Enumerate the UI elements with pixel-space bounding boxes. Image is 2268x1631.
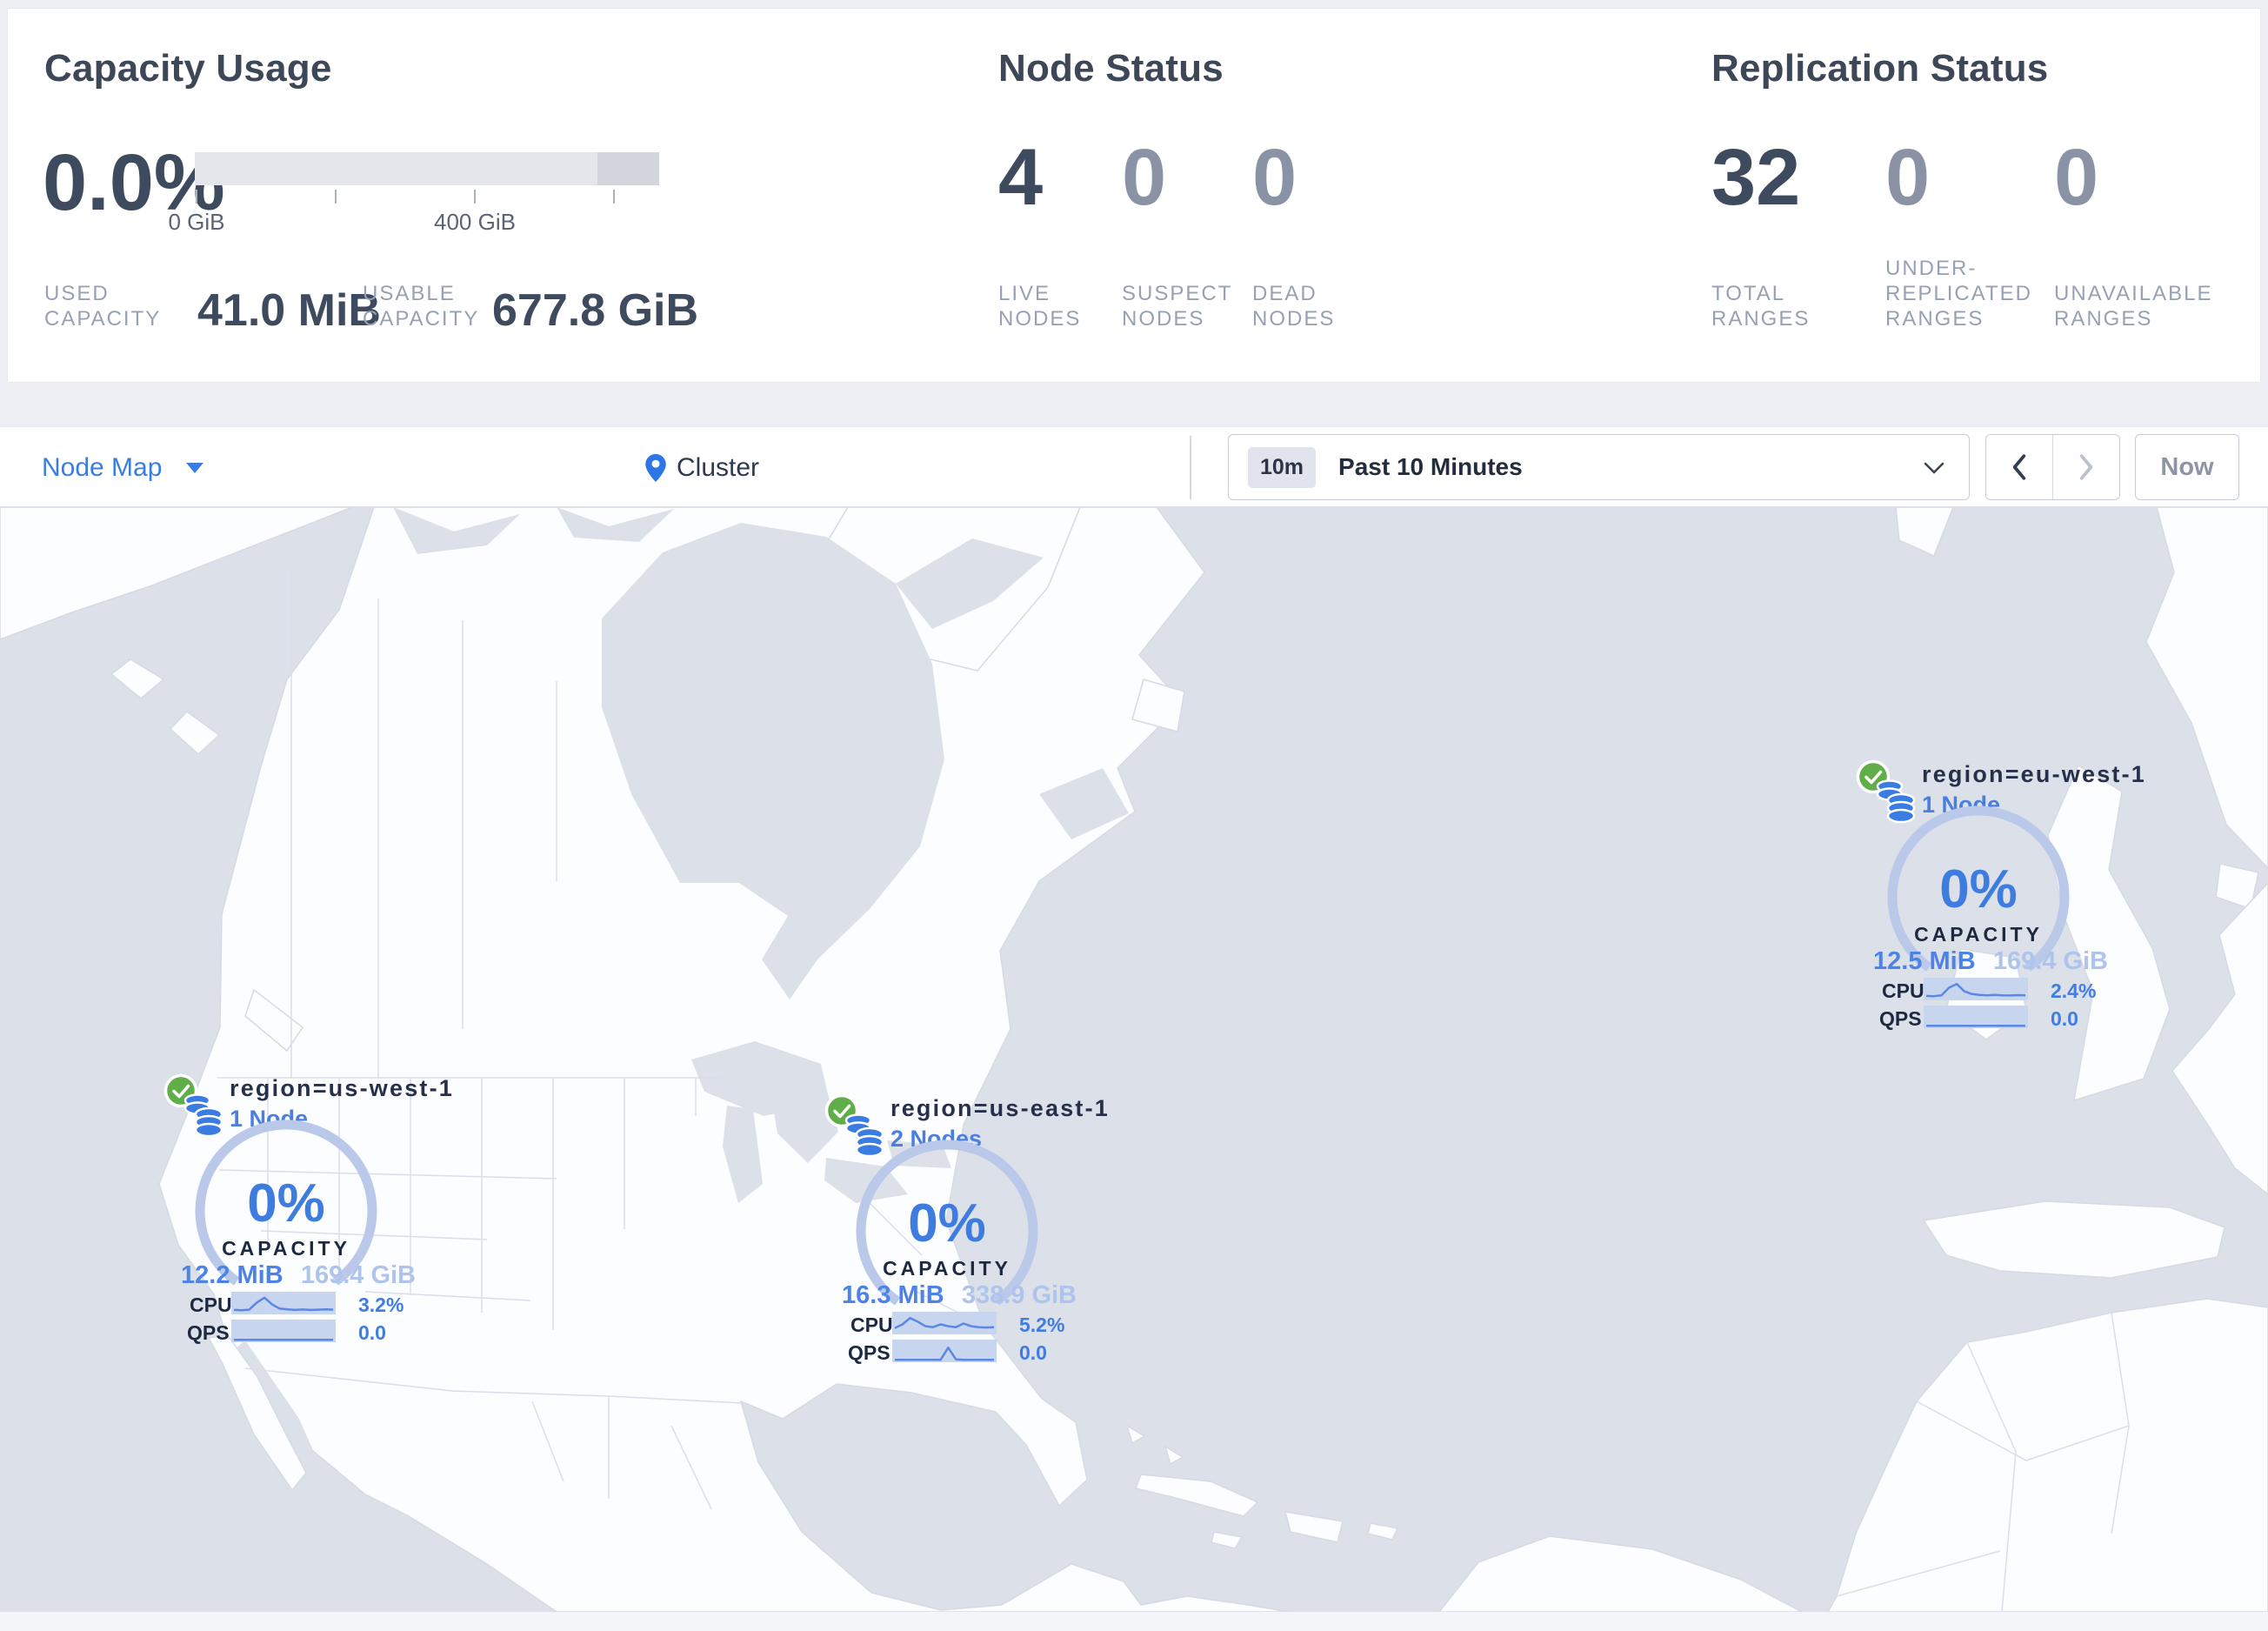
node-status-values: 4 0 0 <box>998 137 1400 217</box>
chevron-right-icon <box>2079 454 2093 480</box>
cpu-label: CPU <box>1882 979 1924 1002</box>
qps-value: 0.0 <box>2051 1007 2078 1030</box>
usable-capacity-value: 677.8 GiB <box>492 285 699 336</box>
under-replicated-ranges-value: 0 <box>1885 133 1931 222</box>
capacity-bar-reserved-segment <box>597 152 659 185</box>
unavailable-ranges-value: 0 <box>2054 133 2099 222</box>
region-capacity-label: CAPACITY <box>222 1237 350 1260</box>
region-used-capacity: 12.5 MiB <box>1873 947 1976 975</box>
qps-sparkline <box>1924 1006 2028 1028</box>
cpu-value: 2.4% <box>2051 979 2097 1002</box>
capacity-usage-title: Capacity Usage <box>44 47 332 90</box>
usable-capacity-label: USABLE CAPACITY <box>363 282 480 331</box>
time-range-badge: 10m <box>1248 446 1317 488</box>
map-pin-icon <box>645 453 666 482</box>
under-replicated-ranges-label: UNDER-REPLICATED RANGES <box>1885 257 2032 331</box>
map-toolbar: Node Map Cluster 10m Past 10 Minutes Now <box>0 426 2268 507</box>
used-capacity-label: USED CAPACITY <box>44 282 162 331</box>
qps-label: QPS <box>848 1341 891 1364</box>
region-label: region=us-west-1 <box>230 1075 455 1101</box>
qps-sparkline <box>892 1340 997 1362</box>
node-status-labels: LIVE NODES SUSPECT NODES DEAD NODES <box>998 281 1400 331</box>
cpu-label: CPU <box>190 1293 232 1316</box>
region-used-capacity: 16.3 MiB <box>842 1281 944 1309</box>
capacity-axis-tick <box>474 190 476 204</box>
region-marker-us-east-1[interactable]: region=us-east-1 2 Nodes 0% CAPACITY 16.… <box>824 1093 1108 1380</box>
region-capacity-percent: 0% <box>1939 859 2018 919</box>
unavailable-ranges-label: UNAVAILABLE RANGES <box>2054 282 2213 331</box>
replication-status-values: 32 0 0 <box>1711 137 2228 217</box>
qps-value: 0.0 <box>1019 1341 1047 1364</box>
breadcrumb[interactable]: Cluster <box>645 427 759 508</box>
qps-label: QPS <box>1879 1007 1922 1030</box>
view-selector-label[interactable]: Node Map <box>42 453 162 483</box>
time-range-label: Past 10 Minutes <box>1338 453 1523 480</box>
suspect-nodes-label: SUSPECT NODES <box>1122 282 1232 331</box>
live-nodes-value: 4 <box>998 133 1044 222</box>
chevron-left-icon <box>2012 454 2026 480</box>
time-pager <box>1985 434 2120 500</box>
region-total-capacity: 338.9 GiB <box>961 1281 1077 1309</box>
chevron-down-icon <box>1924 462 1944 474</box>
cpu-value: 3.2% <box>358 1293 404 1316</box>
capacity-axis-tick <box>613 190 615 204</box>
node-status-title: Node Status <box>998 47 1224 90</box>
region-marker-us-west-1[interactable]: region=us-west-1 1 Node 0% CAPACITY 12.2… <box>163 1073 452 1360</box>
qps-label: QPS <box>187 1321 230 1344</box>
capacity-axis-tick <box>335 190 337 204</box>
cpu-sparkline <box>1924 978 2028 1000</box>
toolbar-divider <box>1190 436 1191 499</box>
cluster-summary-card: Capacity Usage 0.0% 0 GiB 400 GiB USED C… <box>7 8 2261 383</box>
qps-value: 0.0 <box>358 1321 386 1344</box>
region-marker-eu-west-1[interactable]: region=eu-west-1 1 Node 0% CAPACITY 12.5… <box>1856 759 2145 1046</box>
map-footer-strip <box>0 1612 2268 1631</box>
region-used-capacity: 12.2 MiB <box>181 1261 284 1289</box>
region-capacity-percent: 0% <box>247 1173 325 1233</box>
capacity-bar <box>195 152 659 185</box>
world-map <box>0 506 2268 1613</box>
region-capacity-percent: 0% <box>908 1193 986 1253</box>
caret-down-icon[interactable] <box>186 462 204 473</box>
replication-status-title: Replication Status <box>1711 47 2049 90</box>
live-nodes-label: LIVE NODES <box>998 282 1082 331</box>
region-total-capacity: 169.4 GiB <box>300 1261 416 1289</box>
view-selector-dropdown[interactable]: Node Map <box>42 427 204 508</box>
region-label: region=eu-west-1 <box>1922 761 2147 787</box>
region-capacity-label: CAPACITY <box>883 1257 1011 1280</box>
region-capacity-label: CAPACITY <box>1914 923 2043 946</box>
replication-status-labels: TOTAL RANGES UNDER-REPLICATED RANGES UNA… <box>1711 256 2228 331</box>
capacity-axis-tick <box>196 190 197 204</box>
capacity-axis-label: 0 GiB <box>168 209 225 235</box>
breadcrumb-label[interactable]: Cluster <box>677 453 759 483</box>
region-label: region=us-east-1 <box>891 1095 1111 1121</box>
capacity-axis-label: 400 GiB <box>434 209 516 235</box>
suspect-nodes-value: 0 <box>1122 133 1167 222</box>
now-button[interactable]: Now <box>2135 434 2239 500</box>
cpu-value: 5.2% <box>1019 1313 1065 1336</box>
time-prev-button[interactable] <box>1986 435 2053 499</box>
time-next-button[interactable] <box>2053 435 2119 499</box>
time-range-selector[interactable]: 10m Past 10 Minutes <box>1228 434 1970 500</box>
cluster-overview-page: Capacity Usage 0.0% 0 GiB 400 GiB USED C… <box>0 0 2268 1631</box>
total-ranges-label: TOTAL RANGES <box>1711 282 1811 331</box>
node-map <box>0 506 2268 1613</box>
qps-sparkline <box>231 1320 336 1342</box>
region-total-capacity: 169.4 GiB <box>1992 947 2108 975</box>
cpu-sparkline <box>892 1312 997 1334</box>
total-ranges-value: 32 <box>1711 133 1801 222</box>
used-capacity-value: 41.0 MiB <box>197 285 381 336</box>
cpu-sparkline <box>231 1292 336 1314</box>
dead-nodes-value: 0 <box>1252 133 1297 222</box>
dead-nodes-label: DEAD NODES <box>1252 282 1336 331</box>
cpu-label: CPU <box>850 1313 893 1336</box>
